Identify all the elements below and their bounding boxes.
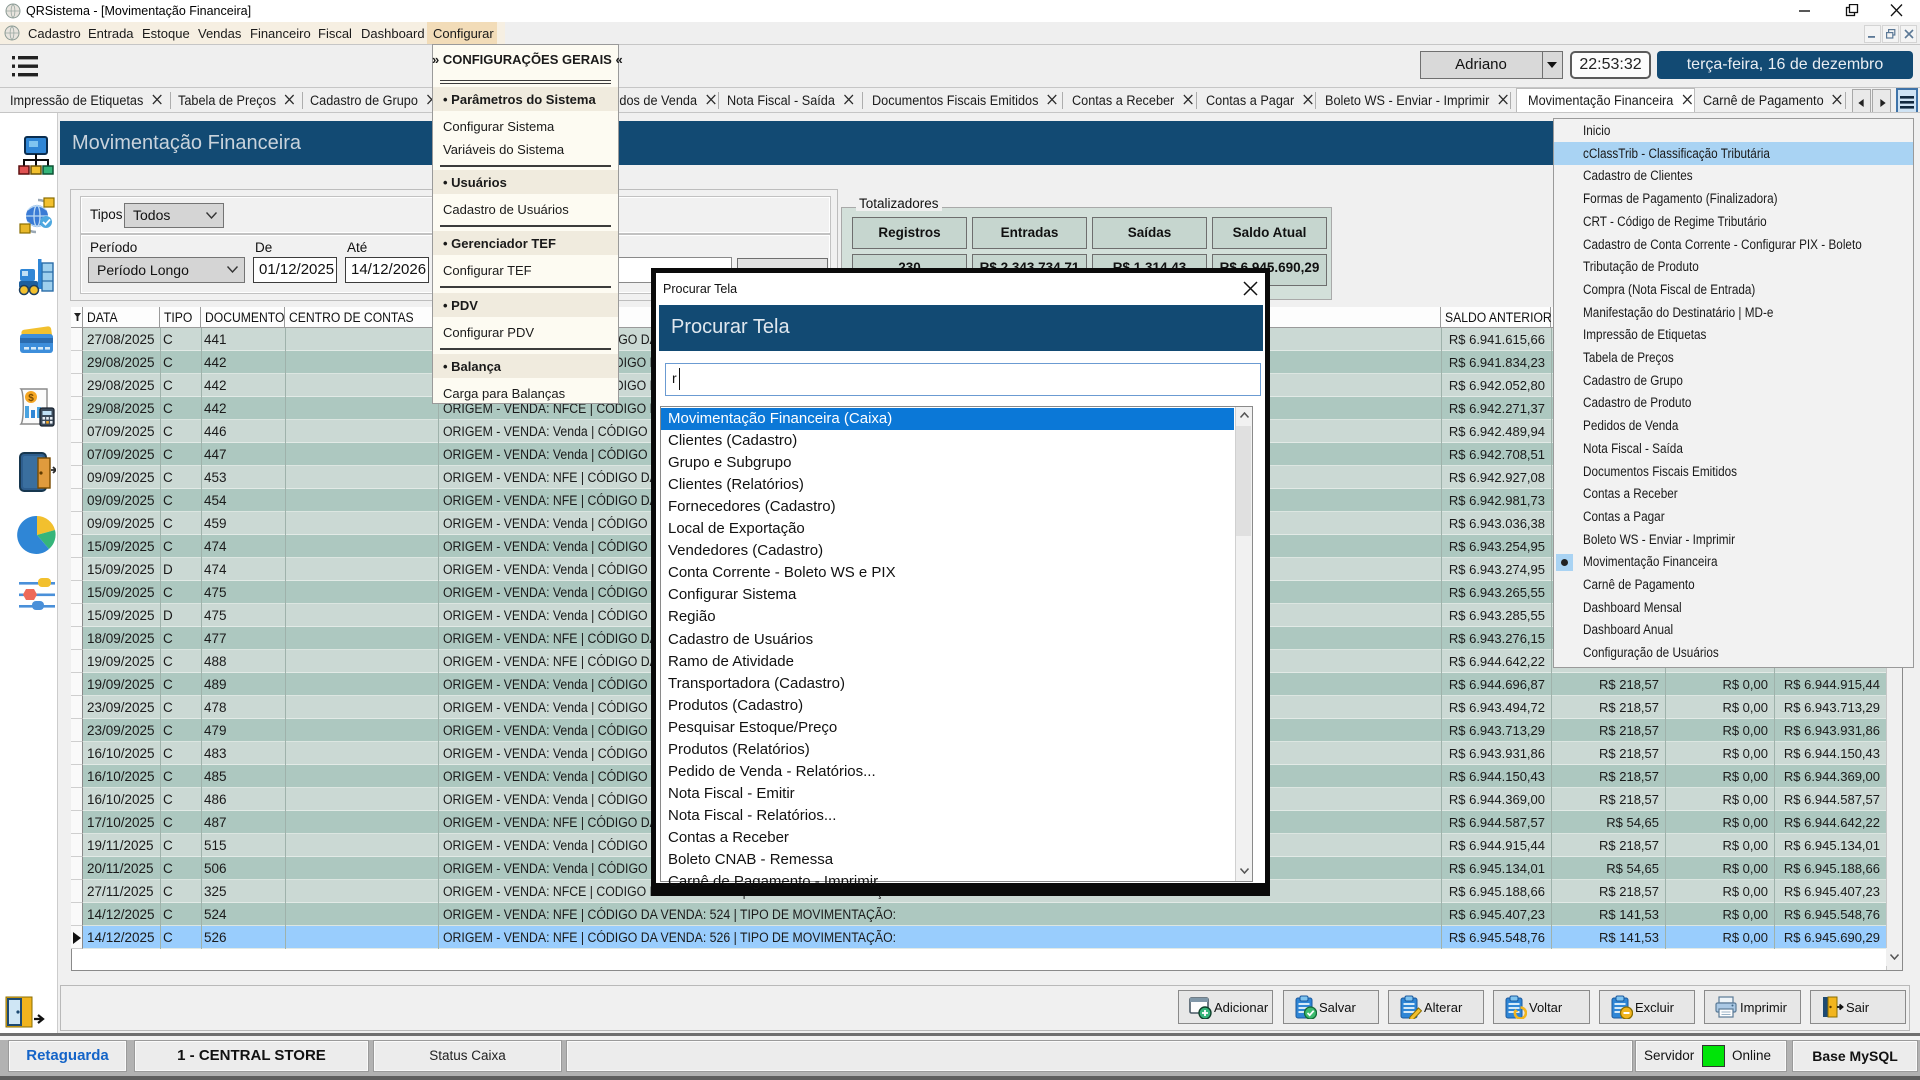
svg-text:$: $	[28, 393, 34, 404]
